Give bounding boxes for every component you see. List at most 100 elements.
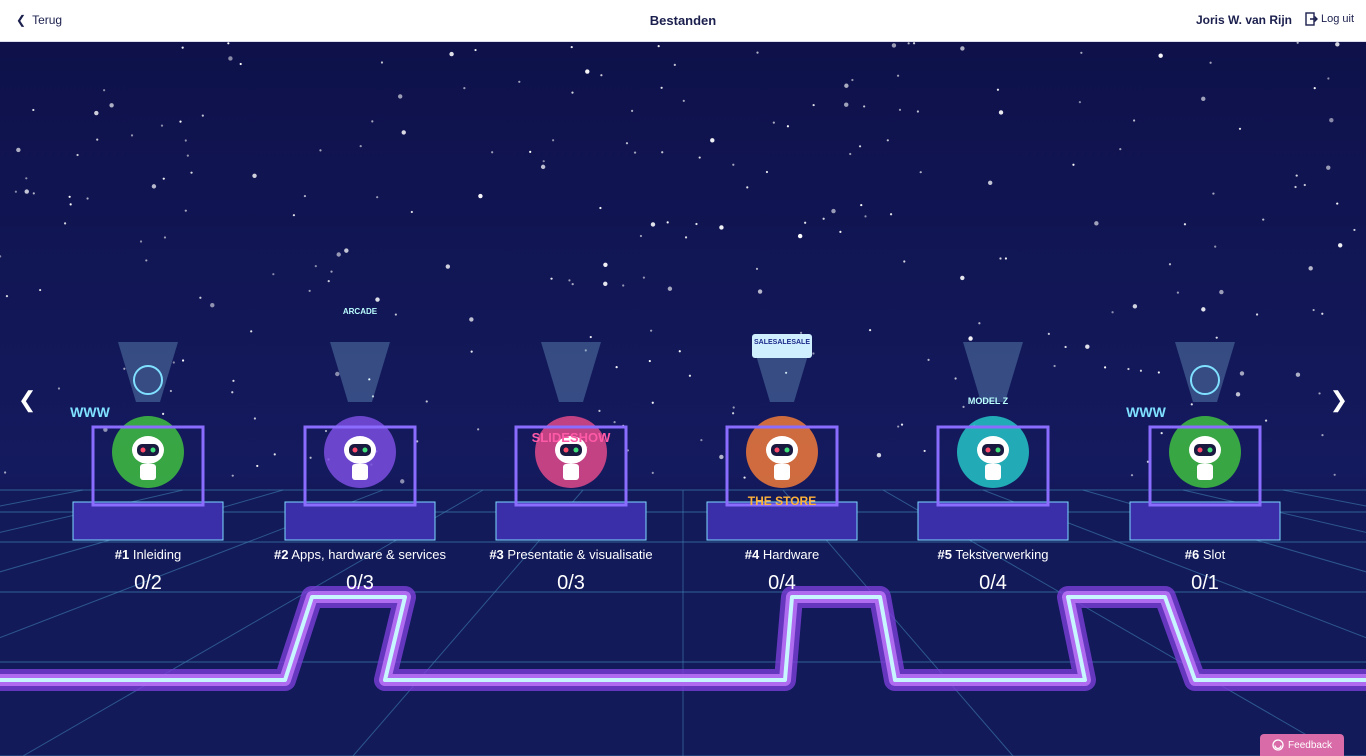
- star: [889, 213, 893, 216]
- star: [651, 471, 654, 475]
- star: [190, 171, 193, 174]
- star: [603, 262, 608, 268]
- hologram-beam: [963, 342, 1023, 402]
- star: [162, 412, 165, 415]
- star: [891, 43, 897, 48]
- star: [335, 371, 340, 377]
- robot-eye: [573, 447, 579, 453]
- star: [210, 303, 215, 308]
- star: [571, 283, 574, 286]
- star: [732, 163, 735, 166]
- logout-icon: [1305, 12, 1318, 26]
- star: [5, 295, 9, 298]
- star: [103, 89, 106, 92]
- star: [314, 265, 317, 268]
- star: [1201, 96, 1206, 102]
- robot-eye: [563, 447, 569, 453]
- star: [463, 86, 466, 90]
- star: [1072, 163, 1075, 166]
- station-base: [917, 501, 1069, 541]
- star: [1064, 345, 1067, 349]
- star: [1201, 307, 1206, 312]
- top-bar: ❮ Terug Bestanden Joris W. van Rijn Log …: [0, 0, 1366, 42]
- star: [1176, 291, 1180, 294]
- star: [903, 260, 906, 263]
- star: [1295, 372, 1301, 377]
- star: [568, 279, 571, 282]
- next-button[interactable]: ❯: [1330, 387, 1348, 413]
- star: [1214, 245, 1217, 248]
- star: [1353, 228, 1356, 232]
- star: [987, 180, 993, 185]
- star: [109, 103, 114, 108]
- star: [39, 288, 42, 292]
- station-building: [284, 342, 436, 541]
- star: [477, 428, 480, 431]
- star: [1296, 42, 1299, 44]
- star: [812, 103, 815, 107]
- star: [622, 284, 625, 287]
- star: [380, 61, 384, 64]
- star: [169, 389, 172, 393]
- star: [1337, 243, 1343, 248]
- star: [1080, 51, 1083, 54]
- star: [639, 234, 643, 238]
- station-base: [495, 501, 647, 541]
- star: [96, 138, 99, 141]
- star: [540, 164, 546, 170]
- robot-body: [140, 464, 156, 480]
- star: [303, 194, 307, 198]
- star: [273, 453, 276, 456]
- star: [661, 151, 664, 154]
- star: [1183, 223, 1187, 226]
- star: [330, 270, 333, 273]
- robot-body: [985, 464, 1001, 480]
- robot-eye: [362, 447, 368, 453]
- star: [710, 138, 715, 143]
- robot-visor: [349, 444, 371, 456]
- star: [4, 471, 7, 474]
- star: [1053, 364, 1056, 368]
- star: [765, 170, 769, 174]
- star: [660, 86, 663, 89]
- star: [1047, 332, 1050, 335]
- robot-eye: [1207, 447, 1213, 453]
- station-score: 0/3: [557, 572, 585, 594]
- star: [231, 474, 234, 477]
- star: [1219, 289, 1224, 295]
- star: [292, 214, 296, 217]
- star: [252, 173, 257, 178]
- star: [598, 409, 601, 413]
- robot-eye: [995, 447, 1001, 453]
- star: [860, 203, 863, 207]
- star: [919, 171, 922, 174]
- star: [1295, 174, 1298, 177]
- star: [916, 110, 920, 113]
- logout-button[interactable]: Log uit: [1305, 12, 1354, 26]
- star: [673, 63, 676, 66]
- robot-body: [563, 464, 579, 480]
- star: [600, 74, 603, 77]
- robot-visor: [1194, 444, 1216, 456]
- star: [1094, 221, 1099, 226]
- star: [186, 154, 189, 157]
- feedback-button[interactable]: Feedback: [1260, 734, 1344, 756]
- station-building: [72, 342, 224, 541]
- star: [478, 193, 483, 199]
- prev-button[interactable]: ❮: [18, 387, 36, 413]
- star: [743, 476, 746, 479]
- star: [719, 225, 724, 230]
- star: [309, 456, 312, 459]
- star: [227, 42, 230, 45]
- star: [678, 350, 681, 353]
- robot-eye: [150, 447, 156, 453]
- star: [1318, 392, 1321, 395]
- star: [650, 222, 656, 227]
- star: [804, 221, 807, 224]
- star: [1264, 419, 1268, 422]
- star: [491, 151, 494, 154]
- star: [179, 120, 182, 123]
- star: [700, 439, 703, 442]
- star: [1085, 344, 1090, 349]
- star: [201, 114, 204, 117]
